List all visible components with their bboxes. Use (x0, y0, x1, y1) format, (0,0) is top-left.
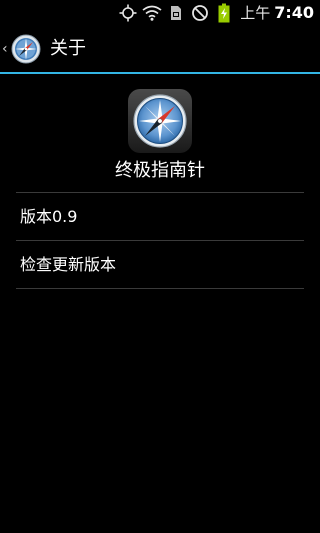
about-list: 版本0.9 检查更新版本 (16, 192, 304, 289)
sim-icon (164, 0, 188, 25)
gps-icon (116, 0, 140, 25)
divider (16, 288, 304, 289)
app-logo (127, 88, 193, 154)
action-bar: ‹ 关于 (0, 25, 320, 74)
clock-time: 7:40 (274, 3, 314, 22)
version-item[interactable]: 版本0.9 (16, 193, 304, 240)
app-name: 终极指南针 (115, 160, 205, 181)
action-bar-title: 关于 (50, 38, 86, 59)
status-bar: 上午 7:40 (0, 0, 320, 25)
compass-app-icon (11, 34, 41, 63)
status-icons: 上午 7:40 (116, 0, 314, 25)
up-navigation-button[interactable]: ‹ (0, 25, 46, 72)
clock: 上午 7:40 (240, 2, 314, 23)
do-not-disturb-icon (188, 0, 212, 25)
wifi-icon (140, 0, 164, 25)
clock-ampm: 上午 (240, 4, 271, 22)
battery-charging-icon (212, 0, 236, 25)
back-caret-icon: ‹ (2, 40, 8, 57)
screen: 上午 7:40 ‹ 关于 终极指南针 版本0.9 检查更新版本 (0, 0, 320, 533)
about-header: 终极指南针 (0, 86, 320, 182)
check-update-item[interactable]: 检查更新版本 (16, 241, 304, 288)
compass-logo-icon (128, 89, 192, 153)
